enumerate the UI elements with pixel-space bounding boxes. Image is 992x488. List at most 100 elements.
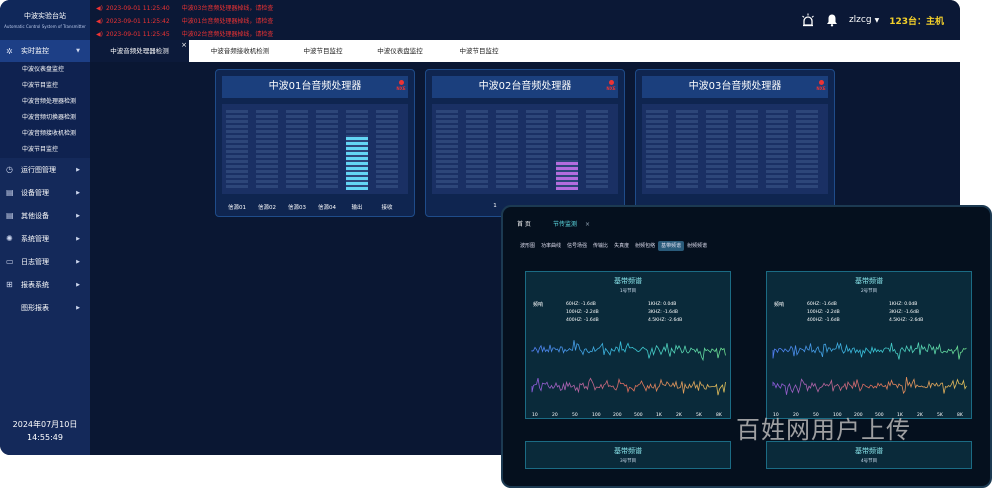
caret-right-icon: ▶	[76, 212, 80, 219]
alarm-item[interactable]: ◀) 2023-09-01 11:25:40 中波03台音频处理器掉线，请检查	[96, 3, 273, 12]
freq-label: 8K	[716, 413, 722, 418]
subtab[interactable]: 失真度	[611, 241, 632, 251]
log-icon: ▭	[6, 257, 14, 266]
status-dot	[608, 80, 614, 85]
waveform-lower	[531, 377, 726, 396]
sidebar-item[interactable]: 中波节目监控	[0, 142, 90, 158]
subtab[interactable]: 射频包络	[632, 241, 658, 251]
tab-program-monitor[interactable]: 中波节目监控	[288, 40, 358, 62]
status-badge: NXE	[604, 80, 618, 92]
level-meter	[316, 110, 338, 190]
subtab[interactable]: 功率曲线	[538, 241, 564, 251]
spectrum-label: 频响	[533, 302, 544, 308]
username: zlzcg	[848, 15, 872, 25]
level-meter	[646, 110, 668, 190]
level-meter	[346, 110, 368, 190]
speaker-icon: ◀)	[96, 18, 103, 25]
sidebar-section-realtime[interactable]: ✲ 实时监控 ▼	[0, 40, 90, 62]
spectrum-value: 400HZ: -1.6dB	[566, 318, 599, 323]
speaker-icon: ◀)	[96, 31, 103, 38]
date-text: 2024年07月10日	[12, 420, 78, 429]
top-right-controls: zlzcg ▼ 123台：主机	[801, 10, 944, 30]
monitor-subtabs: 波形图 功率曲线 信号场强 传输比 失真度 射频包络 基带频谱 射频频谱	[517, 241, 710, 251]
user-menu[interactable]: zlzcg ▼	[849, 15, 879, 25]
sidebar-item[interactable]: 中波音频处理器检测	[0, 94, 90, 110]
freq-label: 100	[592, 413, 601, 418]
caret-down-icon: ▼	[874, 17, 880, 24]
badge-label: NXE	[396, 86, 406, 91]
subtab-active[interactable]: 基带频谱	[658, 241, 685, 251]
spectrum-value: 60HZ: -1.6dB	[566, 302, 596, 307]
level-meter	[286, 110, 308, 190]
spectrum-value: 4.5KHZ: -2.6dB	[889, 318, 924, 323]
tab-audio-processor[interactable]: 中波音频处理器检测 ×	[90, 40, 189, 62]
watermark: 百姓网用户上传	[736, 416, 911, 444]
sidebar-section-label: 系统管理	[21, 234, 49, 243]
sidebar-section-schedule[interactable]: ◷ 运行图管理 ▶	[0, 158, 90, 181]
freq-label: 50	[572, 413, 578, 418]
level-meter-area	[432, 104, 618, 194]
station-label: 123台：主机	[889, 16, 944, 27]
spectrum-subtitle: 2号节目	[860, 289, 878, 294]
sidebar-section-devices[interactable]: ▤ 设备管理 ▶	[0, 181, 90, 204]
level-meter	[376, 110, 398, 190]
level-meter	[706, 110, 728, 190]
sidebar-section-label: 日志管理	[21, 257, 49, 266]
freq-label: 2K	[676, 413, 682, 418]
level-meter	[496, 110, 518, 190]
tab-program-monitor-2[interactable]: 中波节目监控	[444, 40, 514, 62]
status-badge: NXE	[814, 80, 828, 92]
subtab[interactable]: 传输比	[590, 241, 611, 251]
subtab[interactable]: 信号场强	[564, 241, 590, 251]
alarm-time: 2023-09-01 11:25:42	[105, 18, 170, 25]
spectrum-subtitle: 1号节目	[619, 289, 637, 294]
gear-icon: ✲	[6, 46, 13, 56]
waveform-lower	[772, 377, 967, 395]
spectrum-panel: 基带频谱 2号节目 频响 60HZ: -1.6dB 100HZ: -2.2dB …	[766, 271, 972, 419]
speaker-icon: ◀)	[96, 5, 103, 12]
tab-dashboard[interactable]: 中波仪表盘监控	[360, 40, 440, 62]
sidebar-section-logs[interactable]: ▭ 日志管理 ▶	[0, 250, 90, 273]
tab-home[interactable]: 首 页	[517, 217, 531, 233]
sidebar-item[interactable]: 中波音频切换器检测	[0, 110, 90, 126]
badge-label: NXE	[816, 86, 826, 91]
spectrum-values-right: 1KHZ: 0.0dB 3KHZ: -1.6dB 4.5KHZ: -2.6dB	[648, 301, 682, 325]
freq-label: 5K	[696, 413, 702, 418]
panel-title: 中波02台音频处理器	[432, 76, 618, 98]
level-meter-area	[642, 104, 828, 194]
sidebar-section-label: 其他设备	[21, 211, 49, 220]
spectrum-panel: 基带频谱 3号节目	[525, 441, 731, 469]
sidebar-section-other-devices[interactable]: ▤ 其他设备 ▶	[0, 204, 90, 227]
sidebar-item[interactable]: 中波仪表盘监控	[0, 62, 90, 78]
spectrum-value: 100HZ: -2.2dB	[807, 310, 840, 315]
spectrum-value: 400HZ: -1.6dB	[807, 318, 840, 323]
spectrum-value: 3KHZ: -1.6dB	[648, 310, 678, 315]
tab-receiver[interactable]: 中波音频接收机检测	[192, 40, 288, 62]
channel-label: 信源04	[318, 205, 336, 211]
tab-program-monitor[interactable]: 节传监测 ×	[553, 217, 590, 233]
close-icon[interactable]: ×	[181, 34, 187, 56]
sidebar-item[interactable]: 中波节目监控	[0, 78, 90, 94]
spectrum-value: 60HZ: -1.6dB	[807, 302, 837, 307]
channel-label: 信源03	[288, 205, 306, 211]
sidebar-item[interactable]: 中波音频接收机检测	[0, 126, 90, 142]
caret-right-icon: ▶	[76, 166, 80, 173]
sidebar-section-system[interactable]: ✺ 系统管理 ▶	[0, 227, 90, 250]
processor-panel: 中波02台音频处理器 NXE 1	[425, 69, 625, 217]
settings-icon: ✺	[6, 234, 13, 243]
sidebar-section-reports[interactable]: ⊞ 报表系统 ▶	[0, 273, 90, 296]
alarm-light-icon[interactable]	[801, 13, 815, 27]
bell-icon[interactable]	[825, 13, 839, 27]
alarm-item[interactable]: ◀) 2023-09-01 11:25:42 中波01台音频处理器掉线，请检查	[96, 16, 273, 25]
subtab[interactable]: 波形图	[517, 241, 538, 251]
status-dot	[398, 80, 404, 85]
subtab[interactable]: 射频频谱	[684, 241, 710, 251]
tab-bar: 中波音频处理器检测 × 中波音频接收机检测 中波节目监控 中波仪表盘监控 中波节目…	[90, 40, 960, 62]
clock-icon: ◷	[6, 165, 13, 174]
freq-label: 200	[613, 413, 622, 418]
status-dot	[818, 80, 824, 85]
sidebar-section-graph-reports[interactable]: 图形报表 ▶	[0, 296, 90, 319]
close-icon[interactable]: ×	[585, 221, 590, 228]
caret-down-icon: ▼	[76, 48, 80, 54]
spectrum-value: 1KHZ: 0.0dB	[889, 302, 918, 307]
